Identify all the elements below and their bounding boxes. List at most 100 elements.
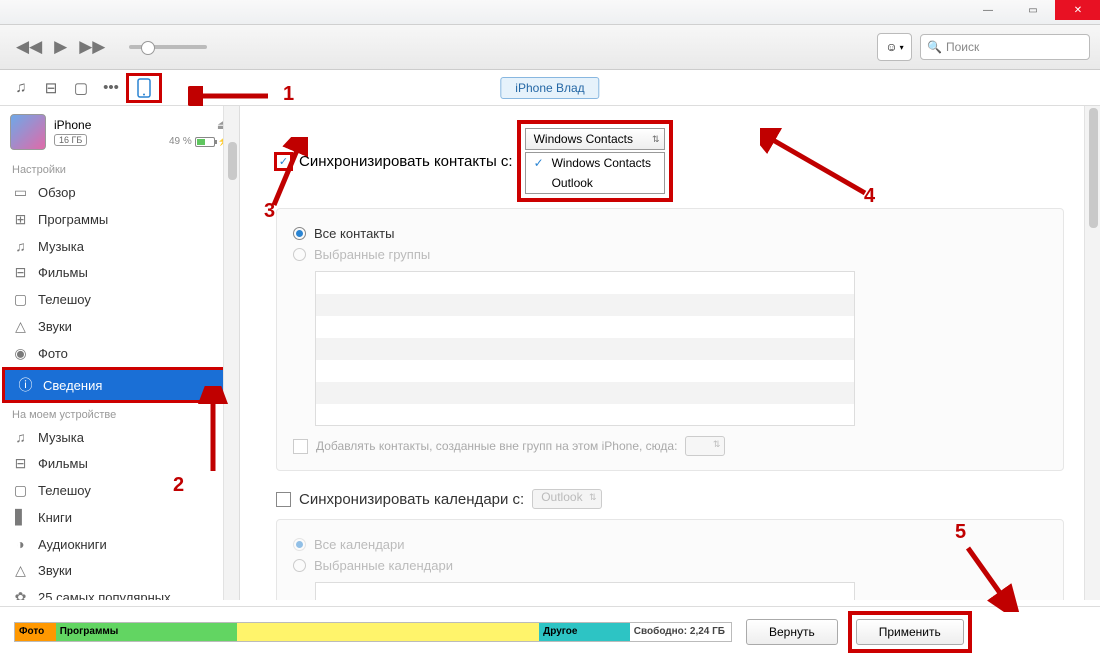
add-outside-label: Добавлять контакты, созданные вне групп … [316,439,677,453]
sidebar-item[interactable]: ◑ Аудиокниги [0,531,239,557]
sidebar-item-icon: ▢ [12,291,29,308]
prev-track-icon[interactable]: ◀◀ [16,37,42,57]
sidebar-item-icon: ◉ [12,345,29,362]
sync-contacts-checkbox[interactable] [276,154,291,169]
calendars-source-select[interactable]: Outlook [532,489,601,509]
play-icon[interactable]: ▶ [54,37,67,57]
window-titlebar: — ▭ ✕ [0,0,1100,25]
device-storage-badge: 16 ГБ [54,134,87,146]
sidebar-item-label: Обзор [38,185,76,200]
sidebar-item-icon: ▭ [12,184,29,201]
sidebar-item-icon: △ [12,562,29,579]
maximize-button[interactable]: ▭ [1010,0,1055,20]
apply-button[interactable]: Применить [856,619,964,645]
annotation-number-4: 4 [864,185,875,208]
user-icon: ☺ [885,40,897,54]
sidebar-item[interactable]: ⊞Программы [0,206,239,233]
next-track-icon[interactable]: ▶▶ [79,37,105,57]
device-name-pill[interactable]: iPhone Влад [500,77,599,99]
sidebar-item-label: Аудиокниги [38,537,107,552]
add-outside-select[interactable] [685,436,725,456]
volume-slider[interactable] [129,45,207,49]
calendar-list [315,582,855,600]
capacity-seg-apps: Программы [56,623,237,641]
sidebar-item-label: Программы [38,212,108,227]
calendars-all-label: Все календари [314,537,405,552]
search-icon: 🔍 [927,40,942,54]
sync-calendars-checkbox[interactable] [276,492,291,507]
sidebar-item[interactable]: ♫Музыка [0,424,239,450]
content-scrollbar[interactable] [1084,106,1100,600]
sidebar-scrollbar[interactable] [223,106,239,600]
sidebar-item-label: Телешоу [38,483,91,498]
annotation-number-1: 1 [283,83,294,106]
dropdown-option[interactable]: Windows Contacts [526,153,664,173]
sidebar-item[interactable]: △ Звуки [0,557,239,584]
movies-tab-icon[interactable]: ⊟ [36,74,66,102]
contacts-source-dropdown: Windows Contacts Outlook [525,152,665,194]
sidebar-item-label: Фильмы [38,456,88,471]
player-bar: ◀◀ ▶ ▶▶ ☺▾ 🔍 Поиск [0,25,1100,70]
sidebar-item[interactable]: ▭ Обзор [0,179,239,206]
sidebar-item-icon: ✿ [12,589,29,600]
capacity-seg-other: Другое [539,623,630,641]
sidebar: iPhone 16 ГБ ⏏ 49 % ⚡ Настройки ▭ Обзор ⊞П… [0,106,240,600]
sidebar-section-settings: Настройки [0,158,239,179]
contacts-all-radio-row[interactable]: Все контакты [293,223,1047,244]
calendars-all-radio-row[interactable]: Все календари [293,534,1047,555]
library-nav-row: ♫ ⊟ ▢ ••• iPhone Влад [0,70,1100,106]
contacts-panel: Все контакты Выбранные группы Добавлять … [276,208,1064,471]
contacts-groups-radio-row[interactable]: Выбранные группы [293,244,1047,265]
sidebar-item-label: Музыка [38,430,84,445]
account-button[interactable]: ☺▾ [877,33,912,61]
sidebar-item-icon: ⓘ [17,375,34,395]
sidebar-item-label: Музыка [38,239,84,254]
radio-icon [293,248,306,261]
add-outside-checkbox[interactable] [293,439,308,454]
sidebar-item[interactable]: ⓘСведения [5,370,234,400]
battery-indicator: 49 % ⚡ [169,136,229,147]
more-tab-icon[interactable]: ••• [96,74,126,102]
sidebar-device-header: iPhone 16 ГБ ⏏ 49 % ⚡ [0,106,239,158]
chevron-down-icon: ▾ [900,43,904,52]
sidebar-item-label: 25 самых популярных [38,590,171,600]
sidebar-item[interactable]: ▢Телешоу [0,286,239,313]
sidebar-item-icon: ◑ [12,536,29,552]
sidebar-item[interactable]: ⊟ Фильмы [0,450,239,477]
dropdown-option[interactable]: Outlook [526,173,664,193]
sidebar-item-icon: ▢ [12,482,29,499]
sidebar-item-label: Звуки [38,563,72,578]
search-placeholder: Поиск [946,40,979,54]
sidebar-item-icon: ♫ [12,238,29,254]
sidebar-item-label: Фильмы [38,265,88,280]
contact-groups-list [315,271,855,426]
tv-tab-icon[interactable]: ▢ [66,74,96,102]
search-input[interactable]: 🔍 Поиск [920,34,1090,60]
music-tab-icon[interactable]: ♫ [6,74,36,102]
annotation-number-3: 3 [264,200,275,223]
device-thumbnail [10,114,46,150]
capacity-seg-photo: Фото [15,623,56,641]
sidebar-item[interactable]: ▋Книги [0,504,239,531]
revert-button[interactable]: Вернуть [746,619,838,645]
sidebar-item-icon: ⊟ [12,455,29,472]
calendars-panel: Все календари Выбранные календари [276,519,1064,600]
sidebar-item[interactable]: ◉Фото [0,340,239,367]
radio-icon [293,227,306,240]
sync-contacts-row: Синхронизировать контакты с: Windows Con… [276,124,1064,198]
sidebar-item[interactable]: ▢ Телешоу [0,477,239,504]
radio-icon [293,559,306,572]
contacts-all-label: Все контакты [314,226,394,241]
sidebar-item-label: Книги [38,510,72,525]
device-button[interactable] [126,73,162,103]
sidebar-item[interactable]: ✿ 25 самых популярных [0,584,239,600]
sidebar-item-icon: ⊟ [12,264,29,281]
add-outside-contacts-row: Добавлять контакты, созданные вне групп … [293,436,1047,456]
contacts-source-select[interactable]: Windows Contacts [525,128,665,150]
close-button[interactable]: ✕ [1055,0,1100,20]
sidebar-item[interactable]: ⊟ Фильмы [0,259,239,286]
minimize-button[interactable]: — [965,0,1010,20]
sidebar-item[interactable]: △Звуки [0,313,239,340]
sidebar-item[interactable]: ♫ Музыка [0,233,239,259]
calendars-sel-radio-row[interactable]: Выбранные календари [293,555,1047,576]
